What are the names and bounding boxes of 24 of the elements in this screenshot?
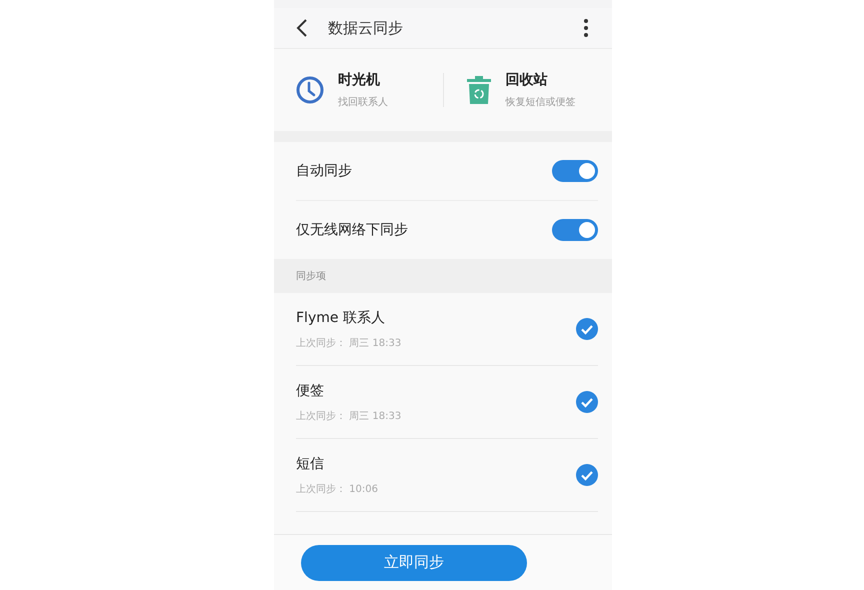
last-sync-time: 上次同步： 周三 18:33: [296, 336, 402, 350]
sync-item-name: 短信: [296, 454, 325, 472]
sync-now-button[interactable]: 立即同步: [301, 544, 527, 580]
screen-title: 数据云同步: [328, 18, 404, 38]
setting-label: 自动同步: [296, 162, 352, 180]
setting-label: 仅无线网络下同步: [296, 221, 408, 239]
check-icon[interactable]: [576, 391, 598, 413]
section-heading: 同步项: [296, 270, 326, 283]
clock-icon[interactable]: [296, 76, 324, 104]
sync-item-name: Flyme 联系人: [296, 308, 386, 326]
last-sync-time: 上次同步： 10:06: [296, 482, 378, 496]
shortcut-subtitle: 找回联系人: [338, 96, 388, 109]
toggle-switch[interactable]: [552, 160, 598, 182]
trash-icon[interactable]: [466, 75, 492, 105]
check-icon[interactable]: [576, 318, 598, 340]
sync-item-name: 便签: [296, 382, 325, 400]
shortcut-subtitle: 恢复短信或便签: [506, 96, 576, 109]
shortcut-title[interactable]: 回收站: [506, 71, 576, 89]
more-icon[interactable]: [584, 19, 588, 37]
toggle-switch[interactable]: [552, 219, 598, 241]
check-icon[interactable]: [576, 464, 598, 486]
shortcut-title[interactable]: 时光机: [338, 71, 388, 89]
back-icon[interactable]: [296, 19, 308, 37]
last-sync-time: 上次同步： 周三 18:33: [296, 410, 402, 422]
